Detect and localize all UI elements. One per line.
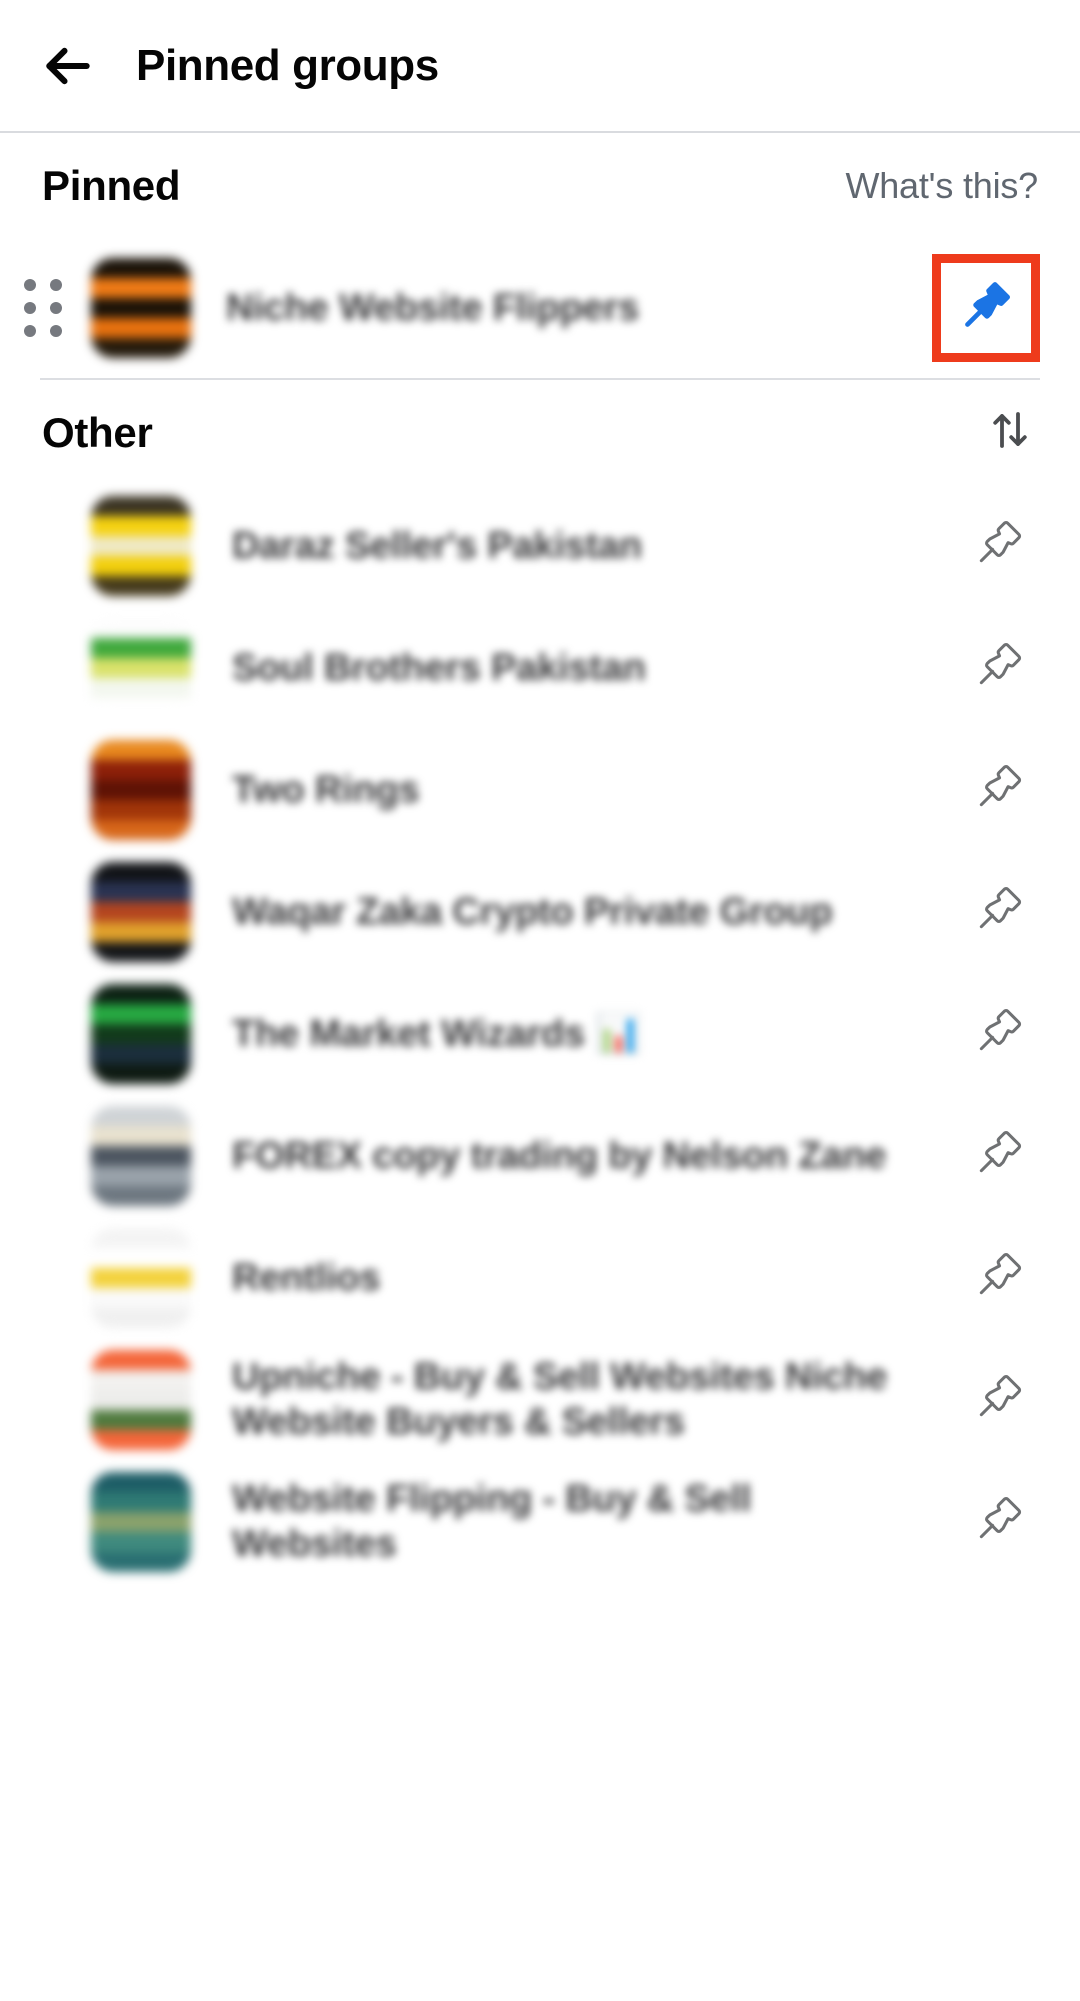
group-row[interactable]: The Market Wizards 📊	[0, 973, 1080, 1095]
pin-outline-icon	[971, 1493, 1025, 1552]
group-avatar	[86, 1228, 196, 1328]
pin-outline-icon	[971, 1249, 1025, 1308]
group-avatar	[86, 618, 196, 718]
pin-outline-icon	[971, 1371, 1025, 1430]
pin-button[interactable]	[950, 639, 1046, 698]
group-name: Daraz Seller's Pakistan	[232, 524, 643, 567]
group-row[interactable]: FOREX copy trading by Nelson Zane	[0, 1095, 1080, 1217]
group-name: Niche Website Flippers	[226, 286, 640, 329]
group-name: Soul Brothers Pakistan	[232, 646, 646, 689]
pin-outline-icon	[971, 1127, 1025, 1186]
arrow-left-icon	[40, 38, 96, 94]
group-name: The Market Wizards 📊	[232, 1012, 643, 1055]
pinned-section-title: Pinned	[42, 161, 181, 209]
whats-this-link[interactable]: What's this?	[845, 165, 1038, 207]
group-avatar	[86, 740, 196, 840]
back-button[interactable]	[34, 32, 102, 100]
group-avatar	[86, 862, 196, 962]
other-groups-list: Daraz Seller's Pakistan Soul Brothers Pa…	[0, 485, 1080, 1593]
pin-button[interactable]	[950, 761, 1046, 820]
page-title: Pinned groups	[136, 40, 439, 90]
group-row[interactable]: Two Rings	[0, 729, 1080, 851]
pin-outline-icon	[971, 761, 1025, 820]
pin-button-highlighted[interactable]	[932, 254, 1040, 362]
group-row[interactable]: Upniche - Buy & Sell Websites Niche Webs…	[0, 1339, 1080, 1461]
pin-button[interactable]	[950, 1127, 1046, 1186]
pin-button[interactable]	[950, 1493, 1046, 1552]
app-bar: Pinned groups	[0, 0, 1080, 133]
group-name: FOREX copy trading by Nelson Zane	[232, 1134, 887, 1177]
pinned-group-row[interactable]: Niche Website Flippers	[0, 238, 1080, 378]
group-avatar	[86, 1472, 196, 1572]
drag-handle-icon[interactable]	[0, 279, 86, 337]
pin-button[interactable]	[950, 1249, 1046, 1308]
other-section-title: Other	[42, 408, 153, 456]
pin-button[interactable]	[950, 883, 1046, 942]
group-row[interactable]: Soul Brothers Pakistan	[0, 607, 1080, 729]
pin-button[interactable]	[950, 1005, 1046, 1064]
sort-button[interactable]	[982, 405, 1038, 461]
group-row[interactable]: Rentlios	[0, 1217, 1080, 1339]
group-name: Rentlios	[232, 1256, 381, 1299]
group-avatar	[86, 984, 196, 1084]
group-name: Two Rings	[232, 768, 420, 811]
group-row[interactable]: Waqar Zaka Crypto Private Group	[0, 851, 1080, 973]
pin-outline-icon	[971, 517, 1025, 576]
group-avatar	[86, 258, 196, 358]
pinned-section-header: Pinned What's this?	[0, 133, 1080, 238]
group-name: Upniche - Buy & Sell Websites Niche Webs…	[232, 1356, 888, 1443]
other-section-header: Other	[0, 380, 1080, 485]
pin-outline-icon	[971, 639, 1025, 698]
pin-outline-icon	[971, 1005, 1025, 1064]
pin-outline-icon	[971, 883, 1025, 942]
group-avatar	[86, 1350, 196, 1450]
group-row[interactable]: Website Flipping - Buy & Sell Websites	[0, 1461, 1080, 1583]
pin-button[interactable]	[950, 1371, 1046, 1430]
pin-filled-icon	[956, 276, 1016, 341]
group-avatar	[86, 496, 196, 596]
group-avatar	[86, 1106, 196, 1206]
sort-arrows-icon	[986, 406, 1034, 459]
group-name: Waqar Zaka Crypto Private Group	[232, 890, 833, 933]
group-row[interactable]: Daraz Seller's Pakistan	[0, 485, 1080, 607]
group-name: Website Flipping - Buy & Sell Websites	[232, 1478, 752, 1565]
pin-button[interactable]	[950, 517, 1046, 576]
